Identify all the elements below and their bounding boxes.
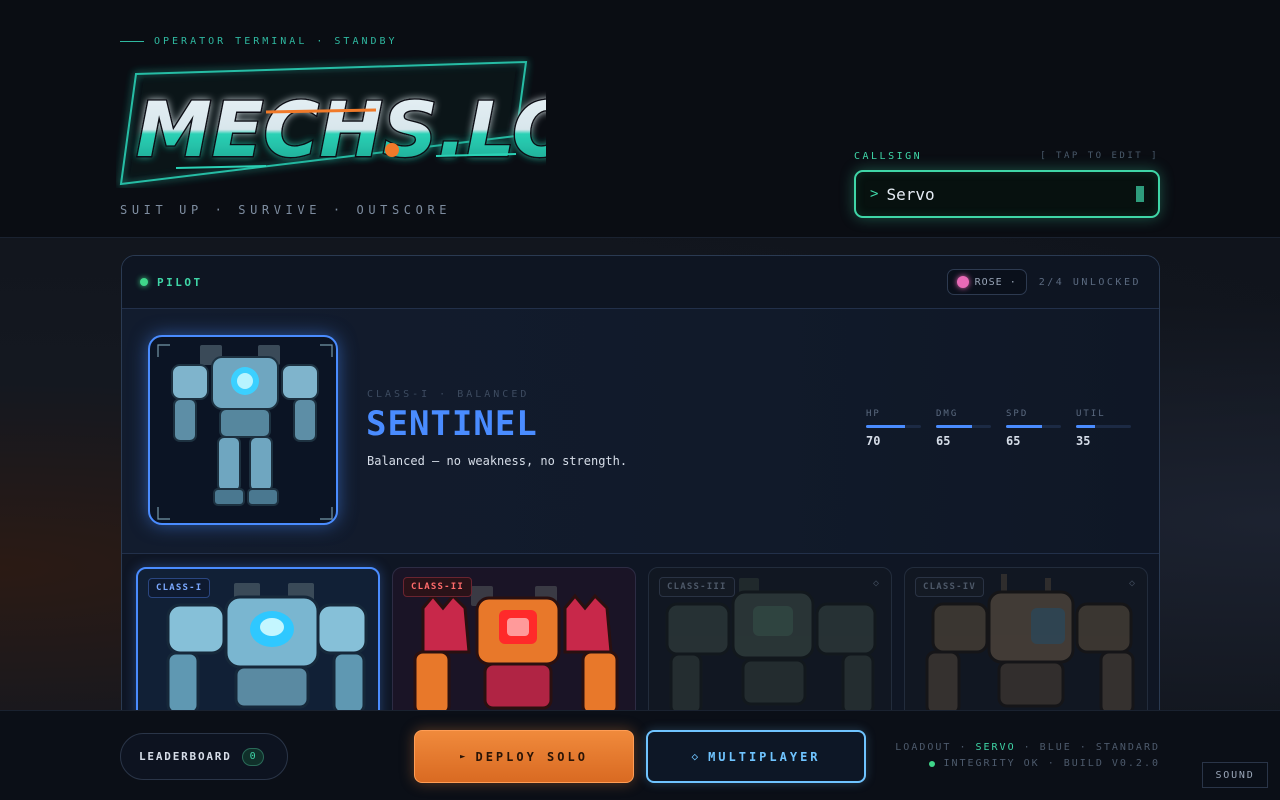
tagline: SUIT UP · SURVIVE · OUTSCORE — [120, 203, 452, 217]
unlocked-count: 2/4 UNLOCKED — [1038, 276, 1141, 288]
multiplayer-label: MULTIPLAYER — [708, 749, 821, 764]
stat-label: DMG — [936, 409, 959, 419]
stat-fill — [1006, 425, 1042, 428]
card-class-tag: CLASS-II — [403, 577, 472, 597]
callsign-input[interactable]: > Servo — [854, 170, 1160, 218]
panel-header: PILOT ROSE · 2/4 UNLOCKED — [122, 256, 1159, 309]
status-dot-icon — [929, 760, 936, 767]
eyebrow-dash — [120, 41, 144, 42]
mech-portrait — [148, 335, 338, 525]
callsign-hint: [ TAP TO EDIT ] — [1040, 151, 1159, 161]
stat-label: SPD — [1006, 409, 1029, 419]
loadout-summary: LOADOUT · SERVO · BLUE · STANDARD — [895, 742, 1160, 753]
card-class-tag: CLASS-IV — [915, 577, 984, 597]
mech-card-class-iii[interactable]: CLASS-III ◇ — [648, 567, 892, 724]
card-class-tag: CLASS-III — [659, 577, 735, 597]
mech-description: Balanced — no weakness, no strength. — [367, 454, 628, 468]
game-logo: MECHS.LOL — [119, 60, 546, 186]
panel-title: PILOT — [157, 275, 203, 289]
locked-icon: ◇ — [1128, 578, 1135, 589]
status-eyebrow: OPERATOR TERMINAL · STANDBY — [120, 36, 398, 47]
pilot-panel: PILOT ROSE · 2/4 UNLOCKED CLASS-I · BALA… — [121, 255, 1160, 725]
mech-card-row: CLASS-I CLASS-II CLASS-III ◇ CLASS-IV ◇ — [136, 567, 1148, 724]
mech-class-line: CLASS-I · BALANCED — [367, 389, 530, 400]
sentinel-mech-image — [157, 344, 333, 520]
loadout-prefix: LOADOUT · — [895, 742, 968, 753]
stat-bar — [936, 425, 991, 428]
locked-icon: ◇ — [872, 578, 879, 589]
stat-hp: HP 70 — [866, 409, 921, 448]
deploy-solo-button[interactable]: ► DEPLOY SOLO — [414, 730, 634, 783]
mech-name: SENTINEL — [366, 404, 538, 444]
stat-label: HP — [866, 409, 881, 419]
mech-card-class-ii[interactable]: CLASS-II — [392, 567, 636, 724]
stat-label: UTIL — [1076, 409, 1106, 419]
mech-card-class-i[interactable]: CLASS-I — [136, 567, 380, 724]
sound-toggle-button[interactable]: SOUND — [1202, 762, 1268, 788]
stat-value: 70 — [866, 434, 881, 448]
stat-bar — [866, 425, 921, 428]
stat-value: 35 — [1076, 434, 1091, 448]
stat-value: 65 — [936, 434, 951, 448]
eyebrow-text: OPERATOR TERMINAL · STANDBY — [154, 36, 398, 47]
stat-fill — [1076, 425, 1096, 428]
stat-value: 65 — [1006, 434, 1021, 448]
play-icon: ► — [460, 751, 466, 762]
leaderboard-count-badge: 0 — [241, 747, 264, 766]
mech-stats: HP 70 DMG 65 SPD 65 UTIL 35 — [866, 409, 1131, 448]
diamond-icon: ◇ — [691, 750, 699, 763]
selected-mech-feature: CLASS-I · BALANCED SENTINEL Balanced — n… — [122, 309, 1159, 554]
logo-text: MECHS.LOL — [136, 85, 546, 174]
status-dot-icon — [140, 278, 148, 286]
callsign-value[interactable]: Servo — [886, 185, 1136, 204]
leaderboard-label: LEADERBOARD — [139, 750, 232, 763]
stat-fill — [936, 425, 972, 428]
multiplayer-button[interactable]: ◇ MULTIPLAYER — [646, 730, 866, 783]
text-cursor — [1136, 186, 1144, 202]
stat-fill — [866, 425, 905, 428]
loadout-callsign: SERVO — [975, 742, 1016, 753]
skin-color-swatch — [956, 276, 969, 288]
stat-bar — [1006, 425, 1061, 428]
integrity-status: INTEGRITY OK · BUILD V0.2.0 — [929, 758, 1160, 769]
integrity-text: INTEGRITY OK · BUILD V0.2.0 — [943, 758, 1160, 769]
footer-bar: LEADERBOARD 0 ► DEPLOY SOLO ◇ MULTIPLAYE… — [0, 710, 1280, 800]
leaderboard-button[interactable]: LEADERBOARD 0 — [120, 733, 288, 780]
stat-dmg: DMG 65 — [936, 409, 991, 448]
stat-spd: SPD 65 — [1006, 409, 1061, 448]
header-divider — [0, 237, 1280, 238]
mech-card-class-iv[interactable]: CLASS-IV ◇ — [904, 567, 1148, 724]
stat-bar — [1076, 425, 1131, 428]
loadout-suffix: · BLUE · STANDARD — [1023, 742, 1160, 753]
callsign-label: CALLSIGN — [854, 151, 923, 162]
card-class-tag: CLASS-I — [148, 578, 211, 598]
skin-selector[interactable]: ROSE · — [946, 269, 1027, 295]
prompt-chevron-icon: > — [870, 186, 879, 202]
deploy-solo-label: DEPLOY SOLO — [475, 749, 588, 764]
skin-label: ROSE · — [974, 276, 1017, 288]
stat-util: UTIL 35 — [1076, 409, 1131, 448]
